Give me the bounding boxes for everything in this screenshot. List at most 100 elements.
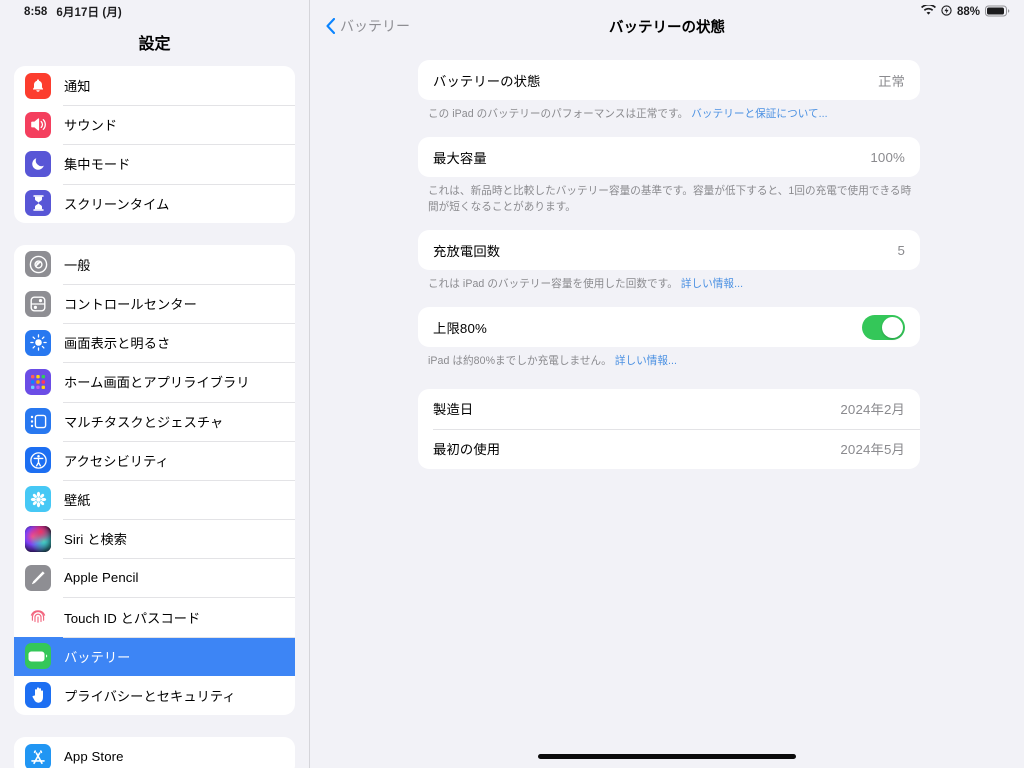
touch-id-icon (25, 604, 51, 630)
sidebar-item-7[interactable]: 壁紙 (14, 479, 295, 519)
settings-row: 充放電回数 5 (418, 230, 920, 270)
sidebar-item-label: サウンド (64, 118, 118, 134)
hand-raised-icon (25, 682, 51, 709)
settings-row-value: 2024年5月 (840, 442, 905, 458)
settings-row-value: 2024年2月 (840, 402, 905, 418)
sidebar-item-12[interactable]: プライバシーとセキュリティ (14, 676, 295, 715)
sidebar-item-label: 集中モード (64, 157, 131, 173)
settings-footnote: これは iPad のバッテリー容量を使用した回数です。 詳しい情報... (418, 270, 920, 292)
settings-row-value: 100% (870, 149, 905, 165)
moon-icon (25, 150, 51, 177)
settings-sidebar: 8:58 6月17日 (月) 設定 通知サウンド集中モードスクリーンタイム 一般コ… (0, 0, 310, 768)
status-date: 6月17日 (月) (56, 7, 122, 19)
app-store-icon (25, 743, 51, 768)
sidebar-item-4[interactable]: スクリーンタイム (14, 183, 295, 223)
sidebar-item-2[interactable]: サウンド (14, 105, 295, 144)
status-time: 8:58 (24, 6, 48, 18)
sidebar-item-1[interactable]: App Store (14, 737, 295, 768)
sidebar-group: 一般コントロールセンター 画面表示と明るさホーム画面とアプリライブラリマルチタスク… (14, 244, 295, 715)
sidebar-item-10[interactable]: Touch ID とパスコード (14, 597, 295, 636)
footnote-text: これは iPad のバッテリー容量を使用した回数です。 (428, 278, 678, 291)
control-center-icon (25, 290, 51, 317)
sidebar-item-label: App Store (64, 749, 124, 765)
sidebar-item-label: 壁紙 (64, 492, 91, 508)
settings-card: バッテリーの状態 正常 (418, 60, 920, 100)
detail-pane: 88% バッテリー バッテリーの状態 バッテリーの状態 正常 この iPad のバッ… (310, 0, 1024, 768)
sidebar-item-4[interactable]: ホーム画面とアプリライブラリ (14, 362, 295, 401)
sidebar-item-1[interactable]: 一般 (14, 245, 295, 284)
sidebar-item-label: Siri と検索 (64, 532, 128, 548)
chevron-left-icon (326, 18, 335, 34)
ipad-settings-screen: 8:58 6月17日 (月) 設定 通知サウンド集中モードスクリーンタイム 一般コ… (0, 0, 1024, 768)
hourglass-icon (25, 190, 51, 217)
siri-icon (25, 525, 51, 552)
wallpaper-icon (25, 486, 51, 513)
sidebar-item-label: ホーム画面とアプリライブラリ (64, 375, 250, 391)
sidebar-item-label: プライバシーとセキュリティ (64, 688, 236, 704)
sidebar-item-label: コントロールセンター (64, 297, 197, 313)
home-indicator[interactable] (310, 754, 1024, 759)
bell-icon (25, 72, 51, 99)
back-button[interactable]: バッテリー (326, 16, 410, 36)
sidebar-item-1[interactable]: 通知 (14, 66, 295, 105)
charge-limit-toggle[interactable] (862, 314, 905, 340)
sidebar-item-11-selected[interactable]: バッテリー (14, 636, 295, 676)
sidebar-item-label: 画面表示と明るさ (64, 336, 171, 352)
settings-row[interactable]: 上限80% (418, 307, 920, 347)
settings-row: 最大容量 100% (418, 137, 920, 177)
settings-footnote: iPad は約80%までしか充電しません。 詳しい情報... (418, 347, 920, 369)
settings-row: 製造日 2024年2月 (418, 389, 920, 429)
page-title: 設定 (138, 36, 171, 53)
settings-row-label: 最初の使用 (433, 442, 501, 458)
sidebar-item-2[interactable]: コントロールセンター (14, 283, 295, 323)
settings-row-value: 正常 (878, 73, 905, 89)
sidebar-group: 通知サウンド集中モードスクリーンタイム (14, 66, 295, 223)
settings-row: バッテリーの状態 正常 (418, 60, 920, 100)
settings-footnote: この iPad のバッテリーのパフォーマンスは正常です。 バッテリーと保証につい… (418, 100, 920, 122)
settings-row: 最初の使用 2024年5月 (418, 428, 920, 469)
footnote-text: この iPad のバッテリーのパフォーマンスは正常です。 (428, 108, 689, 120)
settings-row-label: バッテリーの状態 (433, 73, 541, 89)
sidebar-item-label: 一般 (64, 257, 91, 273)
footnote-text: これは、新品時と比較したバッテリー容量の基準です。容量が低下すると、1回の充電で… (428, 185, 912, 213)
settings-footnote: これは、新品時と比較したバッテリー容量の基準です。容量が低下すると、1回の充電で… (418, 177, 920, 215)
settings-row-label: 製造日 (433, 402, 474, 418)
battery-icon (25, 643, 51, 670)
status-bar-left: 8:58 6月17日 (月) (0, 0, 309, 20)
home-indicator-bar (538, 754, 796, 759)
footnote-text: iPad は約80%までしか充電しません。 (428, 355, 612, 368)
settings-card: 最大容量 100% (418, 137, 920, 178)
sidebar-item-3[interactable]: 集中モード (14, 144, 295, 183)
footnote-link[interactable]: 詳しい情報... (681, 278, 743, 290)
sidebar-item-9[interactable]: Apple Pencil (14, 558, 295, 597)
back-button-label: バッテリー (340, 18, 410, 34)
settings-row-label: 充放電回数 (433, 243, 501, 259)
sidebar-item-label: スクリーンタイム (64, 196, 170, 212)
sidebar-group: App Store (14, 737, 295, 768)
sidebar-item-3[interactable]: 画面表示と明るさ (14, 323, 295, 362)
detail-title: バッテリーの状態 (609, 19, 725, 36)
settings-row-label: 最大容量 (433, 150, 487, 166)
sidebar-scroll[interactable]: 通知サウンド集中モードスクリーンタイム 一般コントロールセンター 画面表示と明るさホ… (0, 66, 309, 768)
settings-row-label: 上限80% (433, 320, 487, 336)
sidebar-item-label: Touch ID とパスコード (64, 610, 201, 626)
sidebar-item-5[interactable]: マルチタスクとジェスチャ (14, 401, 295, 441)
sidebar-item-label: Apple Pencil (64, 570, 139, 586)
sidebar-item-6[interactable]: アクセシビリティ (14, 440, 295, 480)
footnote-link[interactable]: バッテリーと保証について... (691, 108, 827, 120)
sidebar-item-8[interactable]: Siri と検索 (14, 519, 295, 558)
speaker-icon (25, 111, 51, 138)
detail-navbar: バッテリー バッテリーの状態 (310, 0, 1024, 52)
brightness-icon (25, 329, 51, 356)
multitask-icon (25, 408, 51, 435)
settings-card: 製造日 2024年2月最初の使用 2024年5月 (418, 388, 920, 469)
sidebar-item-label: バッテリー (64, 649, 131, 665)
settings-row-value: 5 (897, 242, 905, 258)
battery-health-content: バッテリーの状態 正常この iPad のバッテリーのパフォーマンスは正常です。 バ… (310, 52, 1024, 484)
accessibility-icon (25, 447, 51, 474)
footnote-link[interactable]: 詳しい情報... (615, 355, 677, 367)
